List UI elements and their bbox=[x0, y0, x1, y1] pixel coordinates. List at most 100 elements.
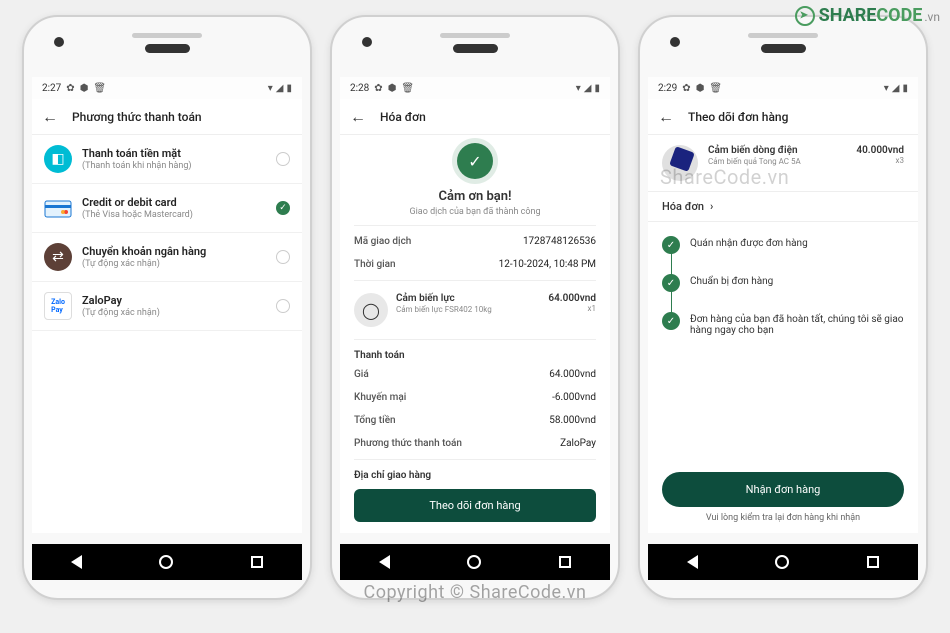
back-button[interactable]: ← bbox=[658, 107, 674, 127]
page-title: Phương thức thanh toán bbox=[72, 110, 202, 124]
method-title: Thanh toán tiền mặt bbox=[82, 147, 266, 160]
nav-back[interactable] bbox=[71, 555, 82, 569]
txn-time-label: Thời gian bbox=[354, 259, 396, 270]
nav-home[interactable] bbox=[159, 555, 173, 569]
wallet-icon: ◧ bbox=[44, 145, 72, 173]
android-nav-bar bbox=[32, 544, 302, 580]
product-price: 40.000vnd bbox=[856, 145, 904, 156]
sharecode-logo: SHARECODE.vn bbox=[795, 5, 940, 26]
timeline-step-label: Đơn hàng của bạn đã hoàn tất, chúng tôi … bbox=[690, 312, 904, 336]
back-button[interactable]: ← bbox=[350, 107, 366, 127]
timeline-step: ✓ Quán nhận được đơn hàng bbox=[662, 236, 904, 274]
promo-label: Khuyến mại bbox=[354, 392, 406, 403]
signal-icon: ◢ bbox=[276, 83, 284, 94]
price-value: 64.000vnd bbox=[549, 369, 596, 380]
app-header: ← Hóa đơn bbox=[340, 99, 610, 135]
product-name: Cảm biến dòng điện bbox=[708, 145, 846, 156]
phone-mockup-payment-methods: 2:27 ✿ ⬢ 🗑 ▾◢▮ ← Phương thức thanh toán ◧ T… bbox=[22, 15, 312, 600]
nav-recent[interactable] bbox=[559, 556, 571, 568]
timeline-step: ✓ Đơn hàng của bạn đã hoàn tất, chúng tôi… bbox=[662, 312, 904, 356]
method-label: Phương thức thanh toán bbox=[354, 438, 462, 449]
watermark-overlay: ShareCode.vn bbox=[660, 165, 789, 189]
radio-unchecked[interactable] bbox=[276, 152, 290, 166]
product-desc: Cảm biến lực FSR402 10kg bbox=[396, 305, 540, 314]
method-value: ZaloPay bbox=[560, 438, 596, 449]
zalopay-icon: ZaloPay bbox=[44, 292, 72, 320]
status-time: 2:27 bbox=[42, 83, 61, 94]
app-header: ← Phương thức thanh toán bbox=[32, 99, 302, 135]
thank-you-subtitle: Giao dịch của bạn đã thành công bbox=[340, 207, 610, 217]
payment-method-card[interactable]: Credit or debit card(Thẻ Visa hoặc Maste… bbox=[32, 184, 302, 233]
payment-method-cash[interactable]: ◧ Thanh toán tiền mặt(Thanh toán khi nhậ… bbox=[32, 135, 302, 184]
radio-checked[interactable]: ✓ bbox=[276, 201, 290, 215]
invoice-product-row: ◯ Cảm biến lựcCảm biến lực FSR402 10kg 6… bbox=[340, 285, 610, 335]
invoice-link-label: Hóa đơn bbox=[662, 200, 704, 213]
timeline-step-label: Quán nhận được đơn hàng bbox=[690, 236, 904, 254]
settings-icon: ✿ bbox=[66, 83, 74, 94]
payment-method-zalopay[interactable]: ZaloPay ZaloPay(Tự động xác nhận) bbox=[32, 282, 302, 331]
method-title: Credit or debit card bbox=[82, 196, 266, 209]
timeline-step-label: Chuẩn bị đơn hàng bbox=[690, 274, 904, 292]
radio-unchecked[interactable] bbox=[276, 299, 290, 313]
method-title: ZaloPay bbox=[82, 294, 266, 307]
nav-home[interactable] bbox=[775, 555, 789, 569]
nav-back[interactable] bbox=[687, 555, 698, 569]
android-nav-bar bbox=[340, 544, 610, 580]
method-subtitle: (Thanh toán khi nhận hàng) bbox=[82, 161, 266, 171]
radio-unchecked[interactable] bbox=[276, 250, 290, 264]
nav-recent[interactable] bbox=[867, 556, 879, 568]
android-nav-bar bbox=[648, 544, 918, 580]
check-order-note: Vui lòng kiểm tra lại đơn hàng khi nhận bbox=[662, 513, 904, 523]
invoice-link[interactable]: Hóa đơn › bbox=[648, 191, 918, 222]
phone-mockup-tracking: 2:29✿⬢🗑 ▾◢▮ ← Theo dõi đơn hàng Cảm biến… bbox=[638, 15, 928, 600]
status-bar: 2:27 ✿ ⬢ 🗑 ▾◢▮ bbox=[32, 77, 302, 99]
promo-value: -6.000vnd bbox=[552, 392, 596, 403]
shield-icon: ⬢ bbox=[80, 83, 89, 94]
total-label: Tổng tiền bbox=[354, 415, 396, 426]
wifi-icon: ▾ bbox=[268, 83, 273, 94]
nav-home[interactable] bbox=[467, 555, 481, 569]
payment-method-bank[interactable]: ⇄ Chuyển khoản ngân hàng(Tự động xác nhậ… bbox=[32, 233, 302, 282]
card-icon bbox=[44, 194, 72, 222]
product-image: ◯ bbox=[354, 293, 388, 327]
total-value: 58.000vnd bbox=[549, 415, 596, 426]
receive-order-button[interactable]: Nhận đơn hàng bbox=[662, 472, 904, 507]
product-name: Cảm biến lực bbox=[396, 293, 540, 304]
copyright-watermark: Copyright © ShareCode.vn bbox=[364, 582, 587, 603]
product-qty: x1 bbox=[548, 304, 596, 313]
page-title: Hóa đơn bbox=[380, 110, 426, 124]
product-price: 64.000vnd bbox=[548, 293, 596, 304]
track-order-button[interactable]: Theo dõi đơn hàng bbox=[354, 489, 596, 522]
chevron-right-icon: › bbox=[710, 200, 713, 213]
payment-section-header: Thanh toán bbox=[340, 344, 610, 363]
thank-you-title: Cảm ơn bạn! bbox=[340, 189, 610, 204]
check-icon: ✓ bbox=[662, 274, 680, 292]
timeline-step: ✓ Chuẩn bị đơn hàng bbox=[662, 274, 904, 312]
trash-icon: 🗑 bbox=[93, 83, 106, 94]
nav-recent[interactable] bbox=[251, 556, 263, 568]
price-label: Giá bbox=[354, 369, 369, 380]
txn-id-value: 1728748126536 bbox=[523, 236, 596, 247]
status-time: 2:29 bbox=[658, 83, 677, 94]
method-title: Chuyển khoản ngân hàng bbox=[82, 245, 266, 258]
app-header: ← Theo dõi đơn hàng bbox=[648, 99, 918, 135]
check-icon: ✓ bbox=[662, 312, 680, 330]
method-subtitle: (Thẻ Visa hoặc Mastercard) bbox=[82, 210, 266, 220]
address-section-header: Địa chỉ giao hàng bbox=[340, 464, 610, 483]
status-bar: 2:29✿⬢🗑 ▾◢▮ bbox=[648, 77, 918, 99]
product-qty: x3 bbox=[856, 156, 904, 165]
txn-id-label: Mã giao dịch bbox=[354, 236, 411, 247]
nav-back[interactable] bbox=[379, 555, 390, 569]
status-time: 2:28 bbox=[350, 83, 369, 94]
status-bar: 2:28✿⬢🗑 ▾◢▮ bbox=[340, 77, 610, 99]
txn-time-value: 12-10-2024, 10:48 PM bbox=[499, 259, 596, 270]
page-title: Theo dõi đơn hàng bbox=[688, 110, 788, 124]
battery-icon: ▮ bbox=[286, 83, 292, 94]
back-button[interactable]: ← bbox=[42, 107, 58, 127]
check-icon: ✓ bbox=[662, 236, 680, 254]
phone-mockup-invoice: 2:28✿⬢🗑 ▾◢▮ ← Hóa đơn ✓ Cảm ơn bạn! Giao… bbox=[330, 15, 620, 600]
transfer-icon: ⇄ bbox=[44, 243, 72, 271]
method-subtitle: (Tự động xác nhận) bbox=[82, 259, 266, 269]
success-check-icon: ✓ bbox=[457, 143, 493, 179]
order-timeline: ✓ Quán nhận được đơn hàng ✓ Chuẩn bị đơn h… bbox=[648, 222, 918, 356]
